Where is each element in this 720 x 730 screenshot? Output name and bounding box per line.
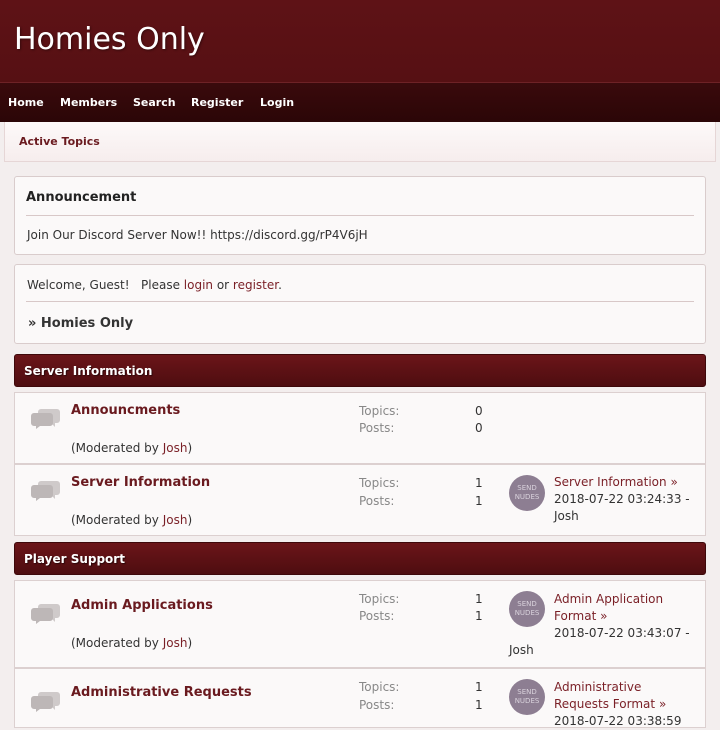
topics-label: Topics: (359, 476, 400, 490)
breadcrumb[interactable]: » Homies Only (28, 316, 133, 331)
register-link[interactable]: register (233, 278, 278, 292)
topics-count: 0 (475, 404, 483, 418)
welcome-or: or (213, 278, 233, 292)
posts-count: 0 (475, 421, 483, 435)
forum-bubble-icon (31, 692, 60, 712)
nav-login[interactable]: Login (260, 96, 294, 109)
main-navbar: Home Members Search Register Login (0, 82, 720, 122)
moderated-suffix: ) (187, 636, 193, 650)
forum-bubble-icon (31, 604, 60, 624)
welcome-prefix: Welcome, Guest! Please (27, 278, 184, 292)
forum-row: Announcments (Moderated by Josh) Topics:… (14, 392, 706, 464)
last-post-link[interactable]: Administrative (554, 680, 641, 694)
posts-label: Posts: (359, 421, 395, 435)
posts-count: 1 (475, 609, 483, 623)
topics-label: Topics: (359, 680, 400, 694)
site-title[interactable]: Homies Only (14, 22, 205, 57)
nav-members[interactable]: Members (60, 96, 117, 109)
nav-search[interactable]: Search (133, 96, 176, 109)
active-topics-link[interactable]: Active Topics (19, 135, 100, 148)
posts-count: 1 (475, 698, 483, 712)
divider (26, 215, 694, 216)
moderated-suffix: ) (187, 441, 193, 455)
moderated-suffix: ) (187, 513, 193, 527)
divider (26, 301, 694, 302)
last-post-date: 2018-07-22 03:43:07 - (554, 626, 690, 640)
last-post-link-cont[interactable]: Format (554, 609, 596, 623)
forum-row: Administrative Requests Topics: 1 Posts:… (14, 668, 706, 728)
posts-label: Posts: (359, 609, 395, 623)
last-post: Admin Application Format » 2018-07-22 03… (509, 591, 699, 659)
last-post-date: 2018-07-22 03:38:59 (554, 714, 682, 728)
moderated-prefix: (Moderated by (71, 636, 163, 650)
topics-count: 1 (475, 592, 483, 606)
posts-label: Posts: (359, 494, 395, 508)
last-post-arrow[interactable]: » (670, 475, 677, 489)
last-post-arrow[interactable]: » (600, 609, 607, 623)
category-title[interactable]: Server Information (24, 364, 152, 378)
topics-count: 1 (475, 476, 483, 490)
forum-row: Admin Applications (Moderated by Josh) T… (14, 580, 706, 668)
moderated-by: (Moderated by Josh) (71, 513, 192, 527)
last-post-arrow[interactable]: » (659, 697, 666, 711)
forum-link[interactable]: Admin Applications (71, 598, 213, 613)
login-link[interactable]: login (184, 278, 213, 292)
site-header: Homies Only (0, 0, 720, 82)
welcome-suffix: . (278, 278, 282, 292)
announcement-panel: Announcement Join Our Discord Server Now… (14, 176, 706, 255)
moderated-prefix: (Moderated by (71, 441, 163, 455)
forum-bubble-icon (31, 409, 60, 429)
category-header-server-information[interactable]: Server Information (14, 354, 706, 387)
last-post: Administrative Requests Format » 2018-07… (509, 679, 699, 730)
moderator-link[interactable]: Josh (163, 441, 188, 455)
forum-link[interactable]: Announcments (71, 403, 180, 418)
posts-count: 1 (475, 494, 483, 508)
forum-link[interactable]: Administrative Requests (71, 685, 252, 700)
announcement-text: Join Our Discord Server Now!! https://di… (27, 228, 368, 242)
category-title[interactable]: Player Support (24, 552, 125, 566)
announcement-title: Announcement (26, 190, 137, 205)
forum-bubble-icon (31, 481, 60, 501)
last-post-link[interactable]: Admin Application (554, 592, 663, 606)
nav-home[interactable]: Home (8, 96, 44, 109)
sub-navbar: Active Topics (4, 122, 716, 162)
nav-register[interactable]: Register (191, 96, 243, 109)
last-post-link[interactable]: Server Information (554, 475, 667, 489)
last-post: Server Information » 2018-07-22 03:24:33… (509, 474, 699, 525)
moderated-prefix: (Moderated by (71, 513, 163, 527)
last-post-date: 2018-07-22 03:24:33 - (554, 492, 690, 506)
posts-label: Posts: (359, 698, 395, 712)
welcome-panel: Welcome, Guest! Please login or register… (14, 264, 706, 344)
moderator-link[interactable]: Josh (163, 636, 188, 650)
moderator-link[interactable]: Josh (163, 513, 188, 527)
last-post-user[interactable]: Josh (509, 643, 534, 657)
topics-label: Topics: (359, 592, 400, 606)
last-post-user[interactable]: Josh (554, 509, 579, 523)
welcome-message: Welcome, Guest! Please login or register… (27, 278, 282, 292)
topics-label: Topics: (359, 404, 400, 418)
forum-link[interactable]: Server Information (71, 475, 210, 490)
moderated-by: (Moderated by Josh) (71, 636, 192, 650)
category-header-player-support[interactable]: Player Support (14, 542, 706, 575)
forum-row: Server Information (Moderated by Josh) T… (14, 464, 706, 536)
moderated-by: (Moderated by Josh) (71, 441, 192, 455)
last-post-link-cont[interactable]: Requests Format (554, 697, 655, 711)
topics-count: 1 (475, 680, 483, 694)
